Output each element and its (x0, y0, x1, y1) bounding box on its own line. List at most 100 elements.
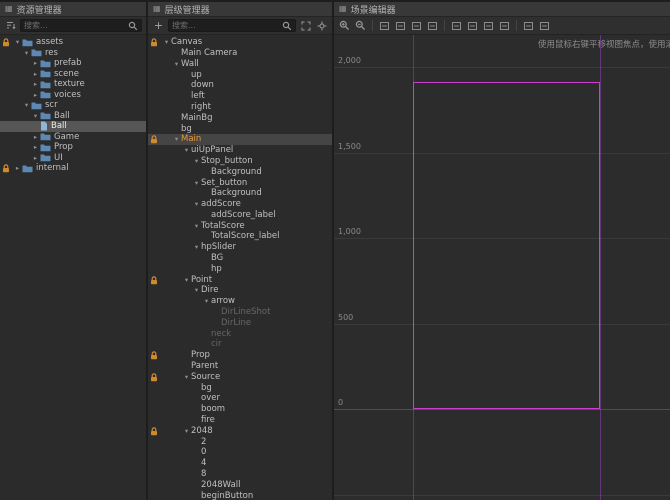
node-row[interactable]: ▾ Source (148, 372, 332, 383)
node-row[interactable]: Main Camera (148, 48, 332, 59)
asset-row[interactable]: Ball (0, 121, 146, 132)
node-row[interactable]: bg (148, 123, 332, 134)
asset-row[interactable]: ▸ Game (0, 132, 146, 143)
expand-arrow-icon[interactable]: ▾ (172, 136, 181, 143)
asset-row[interactable]: ▾ scr (0, 100, 146, 111)
expand-arrow-icon[interactable]: ▸ (31, 91, 40, 99)
scene-viewport[interactable]: 使用鼠标右键平移视图焦点，使用滚轮缩放视图 2,000 1,500 1,000 500… (334, 35, 670, 500)
asset-row[interactable]: ▾ assets (0, 37, 146, 48)
node-row[interactable]: up (148, 69, 332, 80)
zoom-in-icon[interactable] (338, 19, 351, 32)
node-row[interactable]: ▾ Main (148, 134, 332, 145)
node-row[interactable]: ▾ Set_button (148, 177, 332, 188)
sort-icon[interactable] (4, 19, 17, 32)
expand-arrow-icon[interactable]: ▾ (13, 39, 22, 46)
search-icon[interactable] (282, 21, 292, 31)
node-row[interactable]: ▾ arrow (148, 296, 332, 307)
node-row[interactable]: Background (148, 188, 332, 199)
scene-tool-icon[interactable] (522, 19, 535, 32)
lock-icon[interactable] (150, 38, 158, 47)
asset-row[interactable]: ▾ res (0, 48, 146, 59)
asset-row[interactable]: ▾ Ball (0, 111, 146, 122)
hierarchy-search-input[interactable] (172, 21, 280, 30)
expand-arrow-icon[interactable]: ▾ (192, 158, 201, 165)
expand-arrow-icon[interactable]: ▾ (192, 179, 201, 187)
scene-tool-icon[interactable] (482, 19, 495, 32)
expand-arrow-icon[interactable]: ▾ (22, 102, 31, 109)
asset-row[interactable]: ▸ texture (0, 79, 146, 90)
node-row[interactable]: ▾ Dire (148, 285, 332, 296)
locate-node-icon[interactable] (315, 19, 328, 32)
expand-arrow-icon[interactable]: ▾ (182, 374, 191, 381)
node-row[interactable]: DirLine (148, 318, 332, 329)
node-row[interactable]: fire (148, 415, 332, 426)
expand-all-icon[interactable] (299, 19, 312, 32)
expand-arrow-icon[interactable]: ▸ (31, 60, 40, 67)
search-icon[interactable] (128, 21, 138, 31)
expand-arrow-icon[interactable]: ▸ (31, 70, 40, 78)
asset-row[interactable]: ▸ internal (0, 163, 146, 174)
node-row[interactable]: 0 (148, 447, 332, 458)
node-row[interactable]: boom (148, 404, 332, 415)
asset-row[interactable]: ▸ voices (0, 90, 146, 101)
expand-arrow-icon[interactable]: ▾ (202, 298, 211, 305)
node-row[interactable]: cir (148, 339, 332, 350)
expand-arrow-icon[interactable]: ▾ (182, 147, 191, 154)
node-row[interactable]: 2 (148, 436, 332, 447)
asset-row[interactable]: ▸ UI (0, 153, 146, 164)
node-row[interactable]: DirLineShot (148, 307, 332, 318)
lock-icon[interactable] (150, 351, 158, 360)
zoom-out-icon[interactable] (354, 19, 367, 32)
assets-search-input[interactable] (24, 21, 126, 30)
lock-icon[interactable] (150, 275, 158, 285)
node-row[interactable]: Prop (148, 350, 332, 361)
node-row[interactable]: TotalScore_label (148, 231, 332, 242)
expand-arrow-icon[interactable]: ▸ (31, 154, 40, 162)
node-row[interactable]: bg (148, 383, 332, 394)
scene-tool-icon[interactable] (538, 19, 551, 32)
node-row[interactable]: 2048Wall (148, 480, 332, 491)
node-row[interactable]: ▾ uiUpPanel (148, 145, 332, 156)
expand-arrow-icon[interactable]: ▸ (31, 144, 40, 151)
scene-tool-icon[interactable] (394, 19, 407, 32)
node-row[interactable]: over (148, 393, 332, 404)
asset-row[interactable]: ▸ scene (0, 69, 146, 80)
node-row[interactable]: beginButton (148, 490, 332, 500)
node-row[interactable]: ▾ Point (148, 275, 332, 286)
node-row[interactable]: neck (148, 329, 332, 340)
node-row[interactable]: ▾ Wall (148, 59, 332, 70)
lock-icon[interactable] (2, 164, 10, 173)
scene-tool-icon[interactable] (498, 19, 511, 32)
node-row[interactable]: down (148, 80, 332, 91)
expand-arrow-icon[interactable]: ▸ (31, 133, 40, 141)
node-row[interactable]: addScore_label (148, 210, 332, 221)
node-row[interactable]: left (148, 91, 332, 102)
node-row[interactable]: ▾ addScore (148, 199, 332, 210)
expand-arrow-icon[interactable]: ▸ (13, 165, 22, 172)
expand-arrow-icon[interactable]: ▾ (172, 61, 181, 68)
node-row[interactable]: ▾ 2048 (148, 426, 332, 437)
expand-arrow-icon[interactable]: ▾ (182, 428, 191, 435)
node-row[interactable]: MainBg (148, 113, 332, 124)
expand-arrow-icon[interactable]: ▾ (162, 39, 171, 46)
scene-tool-icon[interactable] (426, 19, 439, 32)
lock-icon[interactable] (150, 373, 158, 382)
expand-arrow-icon[interactable]: ▾ (22, 49, 31, 57)
expand-arrow-icon[interactable]: ▸ (31, 81, 40, 88)
node-row[interactable]: hp (148, 264, 332, 275)
node-row[interactable]: ▾ hpSlider (148, 242, 332, 253)
expand-arrow-icon[interactable]: ▾ (192, 223, 201, 230)
asset-row[interactable]: ▸ prefab (0, 58, 146, 69)
node-row[interactable]: 8 (148, 469, 332, 480)
create-node-button[interactable]: + (152, 19, 165, 32)
lock-icon[interactable] (150, 427, 158, 436)
expand-arrow-icon[interactable]: ▾ (192, 287, 201, 294)
scene-tool-icon[interactable] (378, 19, 391, 32)
node-row[interactable]: ▾ TotalScore (148, 221, 332, 232)
lock-icon[interactable] (2, 38, 10, 47)
expand-arrow-icon[interactable]: ▾ (192, 201, 201, 208)
scene-tool-icon[interactable] (466, 19, 479, 32)
node-row[interactable]: Background (148, 167, 332, 178)
node-row[interactable]: 4 (148, 458, 332, 469)
node-row[interactable]: BG (148, 253, 332, 264)
